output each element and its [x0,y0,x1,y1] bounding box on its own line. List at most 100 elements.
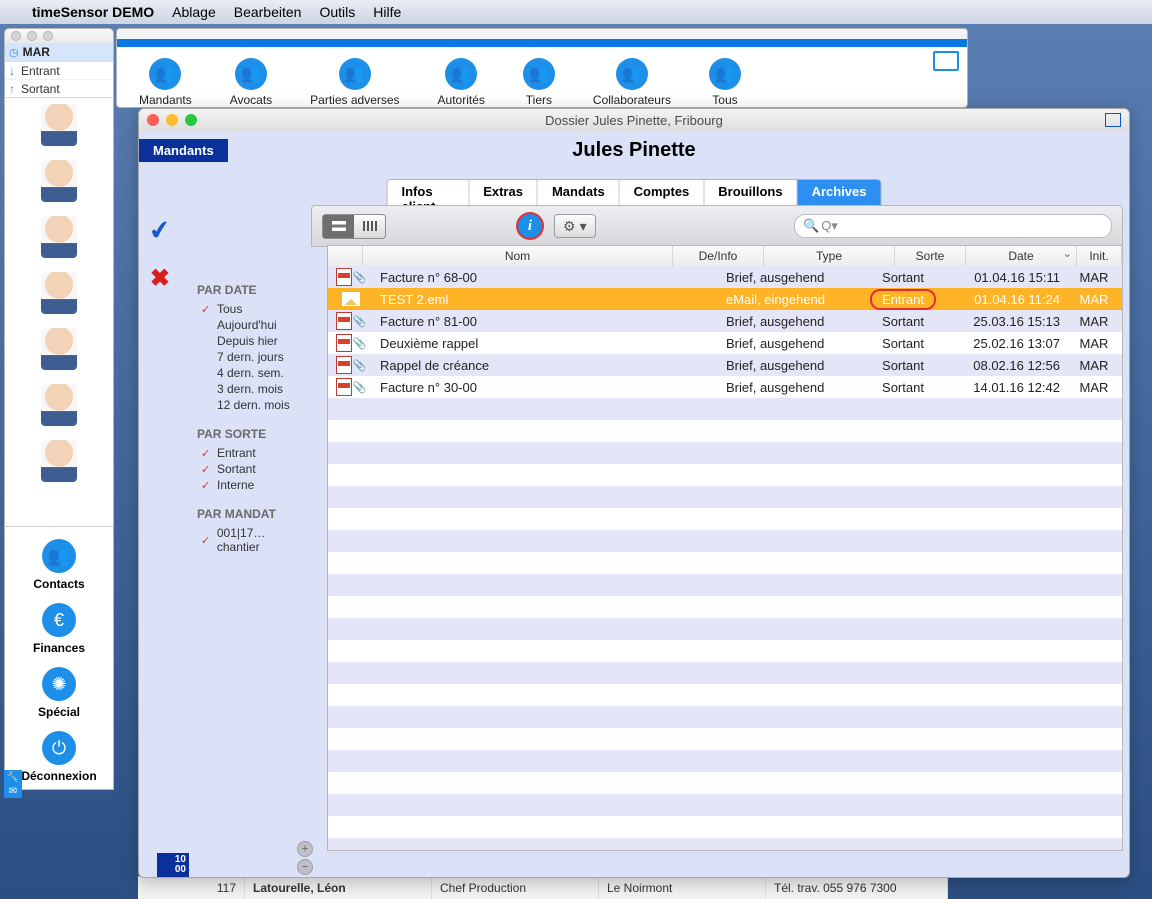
menu-outils[interactable]: Outils [319,4,355,20]
table-row[interactable]: 📎Deuxième rappelBrief, ausgehendSortant2… [328,332,1122,354]
list-view-icon[interactable] [323,215,354,238]
filter-row[interactable]: ✓Sortant [197,461,307,477]
filter-row[interactable]: 3 dern. mois [197,381,307,397]
clock-icon: ◷ [9,46,19,59]
table-row[interactable]: 📎Facture n° 81-00Brief, ausgehendSortant… [328,310,1122,332]
search-input[interactable]: 🔍 Q▾ [794,214,1112,238]
gear-dropdown[interactable]: ⚙▾ [554,214,596,238]
table-row[interactable]: 📎Facture n° 30-00Brief, ausgehendSortant… [328,376,1122,398]
table-row [328,574,1122,596]
toolbar-avocats[interactable]: 👥Avocats [230,58,272,107]
filter-label: 12 dern. mois [217,398,290,412]
sidebar-window: ◷ MAR ↓ Entrant ↑ Sortant 👥 Contacts € F… [4,28,114,790]
toolbar-collaborateurs[interactable]: 👥Collaborateurs [593,58,671,107]
avatar-list [5,97,113,488]
avatar[interactable] [41,328,77,370]
maximize-icon[interactable] [1105,113,1121,127]
nav-label: Spécial [38,705,80,719]
row-sorte: Sortant [862,270,944,285]
filter-row[interactable]: 7 dern. jours [197,349,307,365]
checkmark-icon[interactable]: ✔ [147,214,173,248]
toolbar-autorites[interactable]: 👥Autorités [438,58,485,107]
toolbar-tous[interactable]: 👥Tous [709,58,741,107]
avatar[interactable] [41,384,77,426]
add-button[interactable]: + [297,841,313,857]
avatar[interactable] [41,104,77,146]
row-type: Brief, ausgehend [720,314,862,329]
filter-row[interactable]: ✓001|17…chantier [197,525,307,555]
toolbar-label: Parties adverses [310,93,399,107]
remove-button[interactable]: − [297,859,313,875]
window-titlebar[interactable]: Dossier Jules Pinette, Fribourg [139,109,1129,131]
people-icon: 👥 [339,58,371,90]
menu-hilfe[interactable]: Hilfe [373,4,401,20]
filter-row[interactable]: 4 dern. sem. [197,365,307,381]
toolbar-label: Tiers [526,93,552,107]
row-date: 25.03.16 15:13 [944,314,1066,329]
sidebar-item-sortant[interactable]: ↑ Sortant [5,80,113,97]
avatar[interactable] [41,216,77,258]
col-date[interactable]: Date [966,246,1077,266]
filter-row[interactable]: 12 dern. mois [197,397,307,413]
col-init[interactable]: Init. [1077,246,1122,266]
view-toggle[interactable] [322,214,386,239]
col-icon[interactable] [328,246,363,266]
app-name[interactable]: timeSensor DEMO [32,4,154,20]
mail-icon[interactable]: ✉ [4,784,22,798]
contacts-toolbar: 👥Mandants 👥Avocats 👥 Parties adverses 👥Au… [117,47,967,108]
nav-special[interactable]: ✺ Spécial [38,667,80,719]
nav-finances[interactable]: € Finances [33,603,85,655]
filter-row[interactable]: ✓Tous [197,301,307,317]
col-nom[interactable]: Nom [363,246,673,266]
menu-ablage[interactable]: Ablage [172,4,216,20]
table-header: Nom De/Info Type Sorte Date Init. [328,246,1122,267]
filter-row[interactable]: ✓Entrant [197,445,307,461]
avatar[interactable] [41,272,77,314]
col-type[interactable]: Type [764,246,895,266]
pdf-icon [336,378,352,396]
people-icon: 👥 [235,58,267,90]
col-de[interactable]: De/Info [673,246,764,266]
col-sorte[interactable]: Sorte [895,246,966,266]
archives-table: Nom De/Info Type Sorte Date Init. 📎Factu… [327,245,1123,851]
row-init: MAR [1066,314,1122,329]
table-row[interactable]: 📎Rappel de créanceBrief, ausgehendSortan… [328,354,1122,376]
delete-icon[interactable]: ✖ [150,264,170,293]
expand-icon[interactable] [933,51,959,71]
table-row[interactable]: TEST 2.emleMail, eingehendEntrant01.04.1… [328,288,1122,310]
row-nom: Facture n° 81-00 [374,314,618,329]
nav-deconnexion[interactable]: ⏻ Déconnexion [21,731,96,783]
filter-header-sorte: PAR SORTE [197,427,307,441]
avatar[interactable] [41,440,77,482]
toolbar-label: Tous [712,93,737,107]
wrench-icon[interactable]: 🔧 [4,770,22,784]
pdf-icon [336,312,352,330]
table-row [328,750,1122,772]
traffic-dot[interactable] [27,31,37,41]
archives-toolbar: i ⚙▾ 🔍 Q▾ [311,205,1123,247]
avatar[interactable] [41,160,77,202]
toolbar-label: Collaborateurs [593,93,671,107]
table-row [328,684,1122,706]
menu-bearbeiten[interactable]: Bearbeiten [234,4,302,20]
sidebar-item-entrant[interactable]: ↓ Entrant [5,62,113,80]
contacts-toolbar-window: 👥Mandants 👥Avocats 👥 Parties adverses 👥Au… [116,28,968,108]
sidebar-search-row[interactable]: ◷ MAR [5,43,113,62]
traffic-dot[interactable] [11,31,21,41]
grid-view-icon[interactable] [354,215,385,238]
row-type: Brief, ausgehend [720,380,862,395]
info-icon[interactable]: i [518,214,542,238]
filter-row[interactable]: Depuis hier [197,333,307,349]
filter-row[interactable]: Aujourd'hui [197,317,307,333]
people-icon: 👥 [149,58,181,90]
row-sorte: Sortant [862,380,944,395]
toolbar-tiers[interactable]: 👥Tiers [523,58,555,107]
nav-contacts[interactable]: 👥 Contacts [33,539,84,591]
table-row[interactable]: 📎Facture n° 68-00Brief, ausgehendSortant… [328,266,1122,288]
traffic-dot[interactable] [43,31,53,41]
toolbar-mandants[interactable]: 👥Mandants [139,58,192,107]
bg-row-num: 117 [138,877,245,899]
row-nom: Rappel de créance [374,358,618,373]
toolbar-parties-adverses[interactable]: 👥 Parties adverses [310,58,399,107]
filter-row[interactable]: ✓Interne [197,477,307,493]
